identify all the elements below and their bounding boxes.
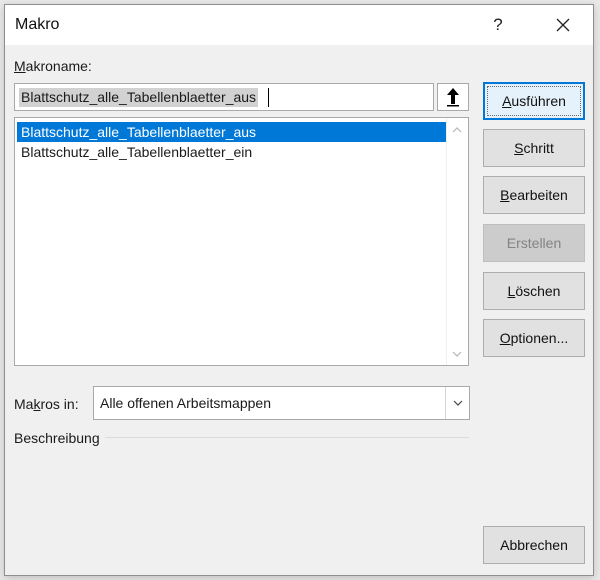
macro-name-input[interactable]: Blattschutz_alle_Tabellenblaetter_aus (14, 83, 434, 111)
macro-list[interactable]: Blattschutz_alle_Tabellenblaetter_aus Bl… (14, 117, 469, 366)
macros-in-value: Alle offenen Arbeitsmappen (100, 395, 271, 411)
description-label: Beschreibung (14, 430, 100, 446)
scroll-down-icon[interactable] (451, 348, 463, 360)
edit-button[interactable]: Bearbeiten (483, 176, 585, 214)
create-button[interactable]: Erstellen (483, 224, 585, 262)
chevron-down-icon[interactable] (445, 387, 469, 419)
macros-in-select[interactable]: Alle offenen Arbeitsmappen (93, 386, 470, 420)
description-divider (105, 437, 469, 438)
macro-dialog: Makro ? Makroname: Blattschutz_alle_Tabe… (4, 4, 594, 576)
help-icon: ? (493, 15, 503, 34)
options-button[interactable]: Optionen... (483, 319, 585, 357)
macro-name-label: Makroname: (14, 58, 92, 74)
run-button[interactable]: Ausführen (483, 82, 585, 120)
cancel-button[interactable]: Abbrechen (483, 526, 585, 564)
macro-name-value: Blattschutz_alle_Tabellenblaetter_aus (19, 88, 259, 107)
title-bar: Makro ? (5, 5, 593, 45)
text-caret (268, 88, 269, 107)
list-item[interactable]: Blattschutz_alle_Tabellenblaetter_aus (17, 122, 446, 142)
close-button[interactable] (545, 11, 581, 39)
macros-in-label: Makros in: (14, 396, 79, 412)
list-item[interactable]: Blattschutz_alle_Tabellenblaetter_ein (17, 142, 446, 162)
step-button[interactable]: Schritt (483, 129, 585, 167)
close-icon (556, 18, 570, 32)
help-button[interactable]: ? (480, 11, 516, 39)
dialog-title: Makro (15, 16, 60, 33)
delete-button[interactable]: Löschen (483, 272, 585, 310)
list-scrollbar[interactable] (446, 118, 468, 365)
arrow-up-icon (447, 88, 459, 107)
scroll-up-icon[interactable] (451, 124, 463, 136)
step-into-button[interactable] (437, 83, 469, 111)
